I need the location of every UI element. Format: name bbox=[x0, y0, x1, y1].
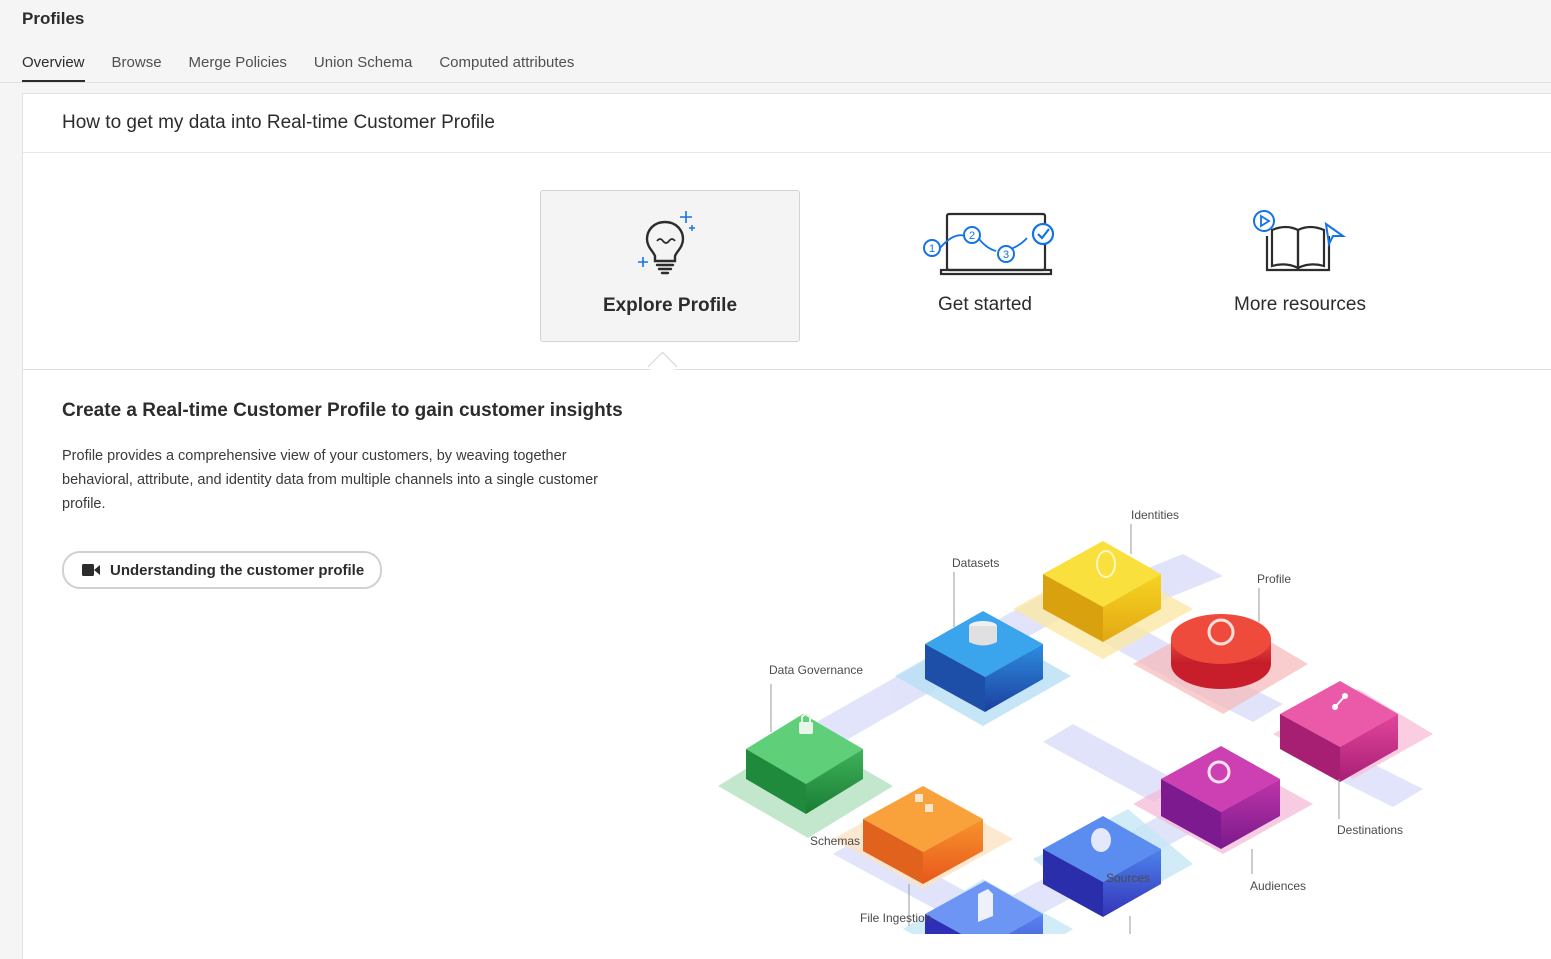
tab-overview[interactable]: Overview bbox=[22, 54, 85, 82]
tab-union-schema[interactable]: Union Schema bbox=[314, 54, 412, 82]
video-button-label: Understanding the customer profile bbox=[110, 561, 365, 579]
section-description: Profile provides a comprehensive view of… bbox=[62, 448, 598, 512]
laptop-steps-icon: 1 2 3 bbox=[923, 212, 1055, 276]
card-header: How to get my data into Real-time Custom… bbox=[62, 112, 495, 133]
overview-card: How to get my data into Real-time Custom… bbox=[22, 93, 1551, 959]
tile-more-resources[interactable]: More resources bbox=[1170, 190, 1430, 342]
label-file-ingestion: File Ingestion bbox=[860, 911, 931, 925]
tile-label-more-resources: More resources bbox=[1234, 294, 1366, 315]
label-data-governance: Data Governance bbox=[769, 663, 863, 677]
book-resources-icon bbox=[1253, 210, 1347, 272]
label-profile: Profile bbox=[1257, 572, 1291, 586]
step-two-label: 2 bbox=[969, 230, 975, 242]
diagram-bottom-labels: Schemas Sources File Ingestion bbox=[810, 834, 1150, 925]
destinations-block bbox=[1280, 681, 1398, 782]
tile-explore-profile[interactable]: Explore Profile bbox=[540, 190, 800, 342]
label-identities: Identities bbox=[1131, 508, 1179, 522]
label-sources: Sources bbox=[1106, 871, 1150, 885]
tabs-divider bbox=[0, 82, 1551, 83]
tile-label-get-started: Get started bbox=[938, 294, 1032, 315]
video-camera-icon bbox=[82, 564, 100, 576]
tab-bar: Overview Browse Merge Policies Union Sch… bbox=[22, 54, 601, 82]
header-divider bbox=[23, 152, 1551, 153]
understanding-profile-video-button[interactable]: Understanding the customer profile bbox=[62, 551, 383, 589]
profile-block bbox=[1171, 614, 1271, 689]
label-destinations: Destinations bbox=[1337, 823, 1403, 837]
lightbulb-icon bbox=[638, 211, 695, 275]
tile-label-explore-profile: Explore Profile bbox=[602, 295, 738, 316]
step-three-label: 3 bbox=[1003, 249, 1009, 261]
selected-tile-pointer bbox=[647, 351, 678, 382]
page-title: Profiles bbox=[22, 9, 85, 28]
label-schemas: Schemas bbox=[810, 834, 860, 848]
section-title: Create a Real-time Customer Profile to g… bbox=[62, 400, 623, 421]
step-one-label: 1 bbox=[929, 243, 935, 255]
tab-merge-policies[interactable]: Merge Policies bbox=[189, 54, 287, 82]
tab-browse[interactable]: Browse bbox=[112, 54, 162, 82]
tab-computed-attributes[interactable]: Computed attributes bbox=[439, 54, 574, 82]
tiles-divider bbox=[23, 369, 1551, 370]
tile-get-started[interactable]: 1 2 3 Get started bbox=[855, 190, 1115, 342]
label-datasets: Datasets bbox=[952, 556, 999, 570]
